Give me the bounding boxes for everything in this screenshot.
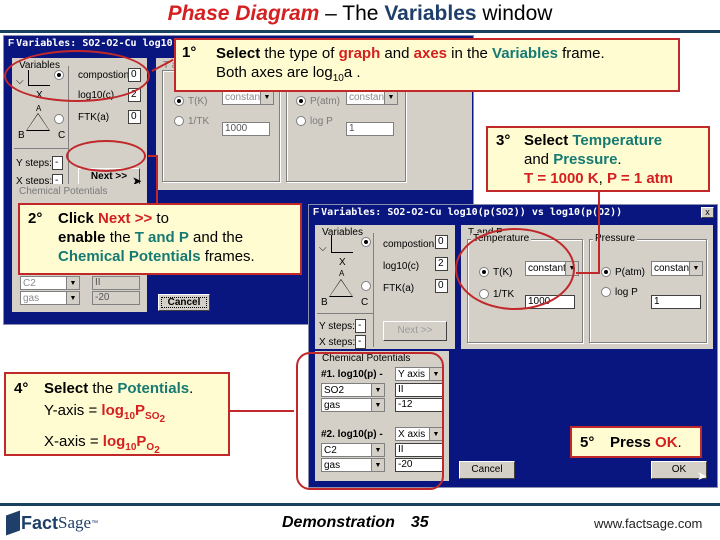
temperature-mode-select[interactable]: constant ▼ bbox=[222, 90, 274, 105]
chevron-down-icon: ▼ bbox=[66, 292, 79, 304]
title-rule bbox=[0, 30, 720, 33]
chevron-down-icon: ▼ bbox=[66, 277, 79, 289]
callout-2-connector bbox=[156, 155, 158, 207]
footer-demonstration: Demonstration 35 bbox=[282, 514, 429, 531]
factsage-app-icon: F bbox=[313, 207, 320, 218]
pressure-patm-radio[interactable] bbox=[296, 96, 306, 106]
callout-step-4: 4° Select the Potentials. Y-axis = log10… bbox=[4, 372, 230, 456]
axes-graph-icon bbox=[331, 235, 353, 253]
y-steps-input[interactable]: - bbox=[355, 319, 366, 333]
footer-rule bbox=[0, 503, 720, 506]
footer-url: www.factsage.com bbox=[594, 516, 703, 531]
ftk-input[interactable]: 0 bbox=[128, 110, 141, 124]
chevron-down-icon: ▼ bbox=[260, 91, 273, 104]
pressure-input[interactable]: 1 bbox=[651, 295, 701, 309]
page-number: 35 bbox=[410, 514, 429, 531]
graph-type-triangle-radio[interactable] bbox=[361, 281, 371, 291]
pressure-logp-radio[interactable] bbox=[296, 116, 306, 126]
ftk-input[interactable]: 0 bbox=[435, 279, 448, 293]
graph-type-axes-radio[interactable] bbox=[361, 237, 371, 247]
callout-step-1: 1° Select the type of graph and axes in … bbox=[174, 38, 680, 92]
y-steps-input[interactable]: - bbox=[52, 156, 63, 170]
slide-title: Phase Diagram – The Variables window bbox=[167, 2, 553, 25]
potential-2-limit-input[interactable]: -20 bbox=[92, 291, 140, 305]
cancel-button[interactable]: Cancel bbox=[459, 461, 515, 479]
callout-step-5: 5° Press OK. bbox=[570, 426, 702, 458]
callout-step-2: 2° Click Next >> to enable the T and P a… bbox=[18, 203, 302, 275]
window-titlebar[interactable]: F Variables: SO2-O2-Cu log10(p(SO2)) vs l… bbox=[309, 205, 717, 221]
species-2-select[interactable]: C2 ▼ bbox=[20, 276, 80, 290]
cancel-button[interactable]: Cancel bbox=[158, 294, 210, 311]
variables-frame: Variables ⌵ X A B C Y steps: - X steps: … bbox=[315, 225, 455, 349]
mouse-cursor-icon: ➤ bbox=[697, 469, 708, 483]
factsage-app-icon: F bbox=[8, 38, 15, 49]
log10-input[interactable]: 2 bbox=[435, 257, 448, 271]
highlight-potentials-rect bbox=[296, 352, 444, 490]
pressure-input[interactable]: 1 bbox=[346, 122, 394, 136]
phase-2-select[interactable]: gas ▼ bbox=[20, 291, 80, 305]
next-button[interactable]: Next >> bbox=[383, 321, 447, 341]
temperature-tk-radio[interactable] bbox=[174, 96, 184, 106]
pressure-mode-select[interactable]: constant ▼ bbox=[651, 261, 703, 276]
close-button[interactable]: x bbox=[701, 207, 714, 218]
graph-type-triangle-radio[interactable] bbox=[54, 114, 64, 124]
highlight-temperature-ellipse bbox=[455, 228, 575, 310]
callout-step-3: 3° Select Temperature and Pressure. T = … bbox=[486, 126, 710, 192]
axes-graph-icon: ⌵ bbox=[319, 243, 327, 254]
potential-2-value-input[interactable]: II bbox=[92, 276, 140, 290]
callout-4-connector bbox=[228, 410, 294, 412]
pressure-patm-radio[interactable] bbox=[601, 267, 611, 277]
temperature-input[interactable]: 1000 bbox=[222, 122, 270, 136]
factsage-logo-icon bbox=[6, 510, 20, 536]
callout-3-connector bbox=[598, 192, 600, 274]
pressure-mode-select[interactable]: constant ▼ bbox=[346, 90, 398, 105]
factsage-logo: Fact Sage ™ bbox=[6, 510, 98, 536]
composition-input[interactable]: 0 bbox=[435, 235, 448, 249]
highlight-next-ellipse bbox=[66, 140, 146, 172]
chevron-down-icon: ▼ bbox=[689, 262, 702, 275]
temperature-invtk-radio[interactable] bbox=[174, 116, 184, 126]
x-steps-input[interactable]: - bbox=[355, 335, 366, 349]
pressure-logp-radio[interactable] bbox=[601, 287, 611, 297]
chevron-down-icon: ▼ bbox=[384, 91, 397, 104]
highlight-variables-ellipse bbox=[4, 50, 150, 102]
